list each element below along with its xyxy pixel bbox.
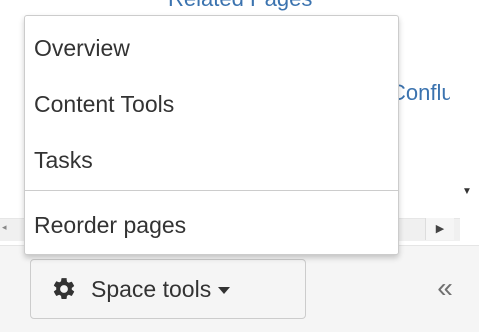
collapse-sidebar-button[interactable]: « bbox=[427, 270, 463, 306]
menu-item-tasks[interactable]: Tasks bbox=[34, 144, 93, 176]
space-tools-dropdown: Overview Content Tools Tasks Reorder pag… bbox=[24, 15, 399, 255]
caret-down-icon bbox=[218, 286, 231, 294]
menu-item-reorder-pages[interactable]: Reorder pages bbox=[34, 209, 186, 241]
confluence-link[interactable]: Conflu bbox=[390, 80, 450, 106]
menu-item-content-tools[interactable]: Content Tools bbox=[34, 88, 174, 120]
menu-divider bbox=[25, 190, 398, 191]
scroll-right-arrow-icon[interactable]: ▶ bbox=[425, 218, 454, 240]
space-tools-label: Space tools bbox=[91, 275, 212, 302]
gear-icon bbox=[53, 278, 75, 299]
scroll-down-arrow-icon[interactable]: ▼ bbox=[461, 186, 473, 198]
menu-item-overview[interactable]: Overview bbox=[34, 32, 130, 64]
space-tools-button[interactable]: Space tools bbox=[30, 259, 306, 319]
related-link[interactable]: Related Pages bbox=[168, 0, 312, 12]
scroll-left-arrow-icon[interactable]: ◂ bbox=[2, 222, 7, 233]
